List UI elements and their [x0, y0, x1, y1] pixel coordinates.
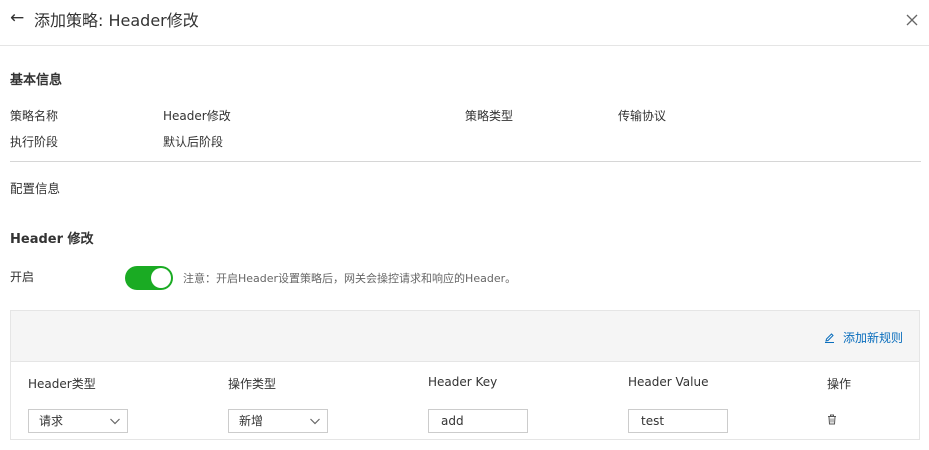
- trash-icon[interactable]: [827, 414, 837, 425]
- enable-toggle[interactable]: [125, 266, 173, 290]
- enable-label: 开启: [10, 270, 35, 284]
- col-header-key: Header Key: [428, 375, 498, 389]
- col-header-value: Header Value: [628, 375, 709, 389]
- chevron-down-icon: [110, 418, 120, 425]
- config-info-title: 配置信息: [10, 181, 61, 196]
- rules-panel: 添加新规则 Header类型 操作类型 Header Key Header Va…: [10, 310, 920, 440]
- col-op-type: 操作类型: [228, 377, 277, 391]
- col-header-type: Header类型: [28, 377, 96, 391]
- op-type-value: 新增: [239, 414, 264, 428]
- rules-panel-toolbar: 添加新规则: [11, 311, 919, 362]
- basic-info-title: 基本信息: [10, 73, 63, 88]
- page-title: 添加策略: Header修改: [34, 11, 199, 30]
- policy-type-label: 策略类型: [465, 109, 514, 123]
- policy-name-value: Header修改: [163, 109, 231, 123]
- policy-name-label: 策略名称: [10, 109, 59, 123]
- header-key-input[interactable]: add: [428, 409, 528, 433]
- dialog-header: ← 添加策略: Header修改: [0, 0, 929, 46]
- chevron-down-icon: [310, 418, 320, 425]
- close-icon[interactable]: [905, 13, 919, 27]
- exec-stage-value: 默认后阶段: [163, 135, 224, 149]
- add-rule-label: 添加新规则: [842, 331, 903, 345]
- header-modify-title: Header 修改: [10, 232, 94, 247]
- op-type-select[interactable]: 新增: [228, 409, 328, 433]
- header-value-input[interactable]: test: [628, 409, 728, 433]
- back-arrow-icon[interactable]: ←: [10, 8, 24, 28]
- add-rule-button[interactable]: 添加新规则: [824, 329, 903, 346]
- col-actions: 操作: [827, 377, 852, 391]
- toggle-knob: [151, 268, 171, 288]
- policy-type-value: 传输协议: [618, 109, 667, 123]
- divider: [10, 161, 921, 162]
- header-type-value: 请求: [39, 414, 64, 428]
- enable-note: 注意：开启Header设置策略后，网关会操控请求和响应的Header。: [183, 272, 517, 285]
- exec-stage-label: 执行阶段: [10, 135, 59, 149]
- edit-icon: [824, 333, 834, 343]
- header-type-select[interactable]: 请求: [28, 409, 128, 433]
